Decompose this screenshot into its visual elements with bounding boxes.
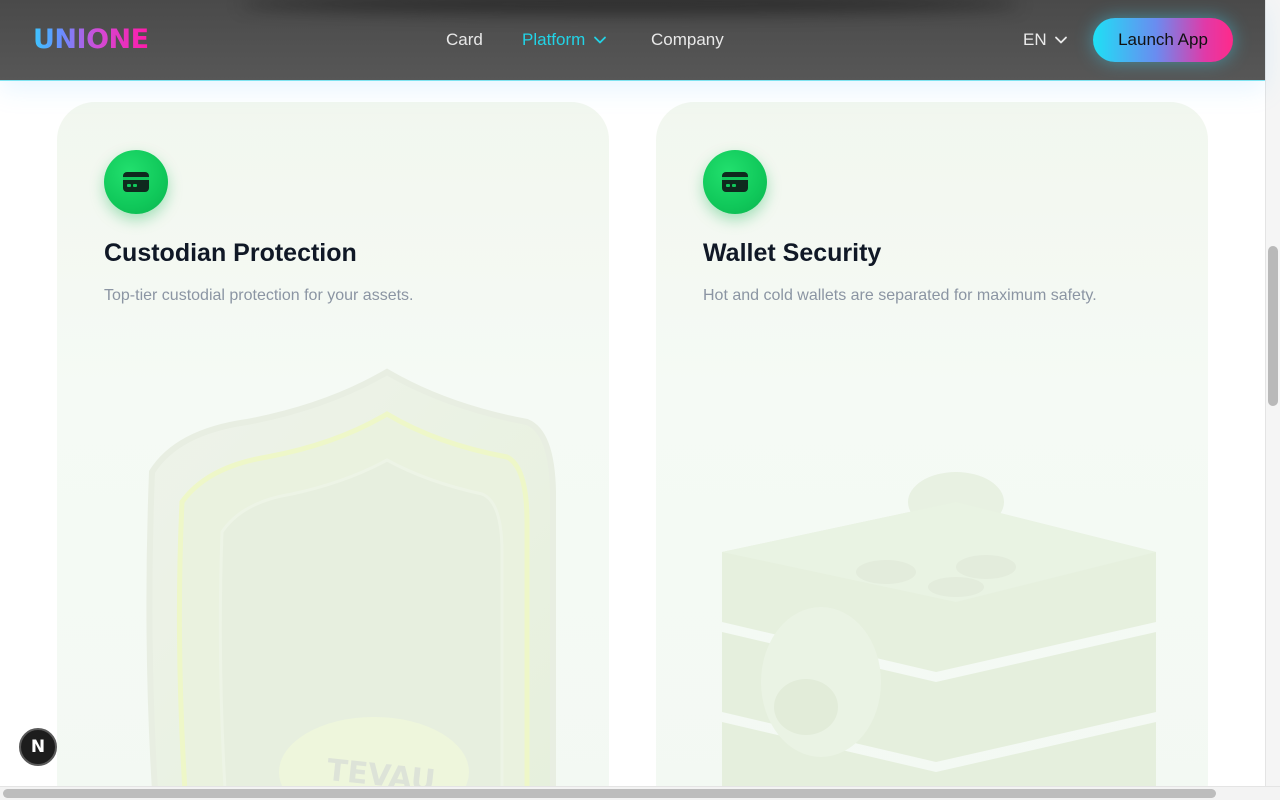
nav-platform-label: Platform <box>522 30 586 49</box>
feature-card-wallet: Wallet Security Hot and cold wallets are… <box>656 102 1208 800</box>
credit-card-icon <box>104 150 168 214</box>
card-title: Wallet Security <box>703 239 882 267</box>
nav-platform[interactable]: Platform <box>522 30 607 50</box>
nav-card-label: Card <box>446 30 483 49</box>
credit-card-icon <box>703 150 767 214</box>
card-description: Top-tier custodial protection for your a… <box>104 287 414 304</box>
language-selector[interactable]: EN <box>1023 30 1068 50</box>
vertical-scrollbar-thumb[interactable] <box>1268 246 1278 406</box>
chevron-down-icon <box>1054 36 1067 44</box>
chevron-down-icon <box>594 36 607 44</box>
horizontal-scrollbar-thumb[interactable] <box>3 789 1216 798</box>
nav-card[interactable]: Card <box>446 30 483 50</box>
unione-logo[interactable]: UNIONE <box>33 24 149 55</box>
feature-card-custodian: Custodian Protection Top-tier custodial … <box>57 102 609 800</box>
launch-app-button[interactable]: Launch App <box>1093 18 1233 62</box>
dev-tools-badge[interactable]: N <box>19 728 57 766</box>
card-title: Custodian Protection <box>104 239 357 267</box>
safe-box-illustration <box>722 472 1156 800</box>
nav-company-label: Company <box>651 30 724 49</box>
language-label: EN <box>1023 30 1047 49</box>
top-navbar: UNIONE Card Platform Company EN Launch A… <box>0 0 1265 81</box>
shield-illustration: TEVAU <box>146 368 556 800</box>
nav-company[interactable]: Company <box>651 30 724 50</box>
card-description: Hot and cold wallets are separated for m… <box>703 287 1097 304</box>
